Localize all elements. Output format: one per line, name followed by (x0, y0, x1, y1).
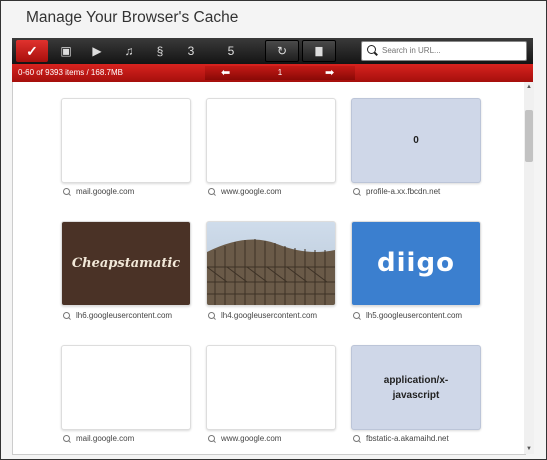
cache-item-url[interactable]: lh5.googleusercontent.com (353, 311, 462, 320)
search-input[interactable] (382, 43, 520, 58)
toolbar: ✓ ▣ ▶ ♫ § 3 5 ↻ ▇ (12, 38, 533, 64)
next-page-arrow-icon[interactable]: ➡ (325, 66, 334, 80)
magnifier-icon (63, 435, 70, 442)
filter-video-button[interactable]: ▶ (81, 40, 113, 62)
cache-item-url[interactable]: lh4.googleusercontent.com (208, 311, 317, 320)
filter-html-button[interactable]: 5 (215, 40, 247, 62)
diigo-logo: diigo (377, 248, 455, 278)
cache-item-thumbnail[interactable] (206, 345, 336, 430)
music-icon: ♫ (124, 44, 134, 58)
cache-item-thumbnail[interactable]: 0 (351, 98, 481, 183)
cache-item-thumbnail[interactable]: Cheapstamatic (61, 221, 191, 306)
vertical-scrollbar[interactable]: ▲ ▼ (524, 82, 534, 454)
magnifier-icon (353, 188, 360, 195)
magnifier-icon (63, 312, 70, 319)
video-icon: ▶ (92, 44, 102, 58)
magnifier-icon (208, 188, 215, 195)
search-box (361, 41, 527, 61)
cache-item-thumbnail[interactable] (61, 345, 191, 430)
mime-type-label: application/x-javascript (383, 374, 449, 401)
trash-icon: ▇ (315, 45, 323, 56)
magnifier-icon (353, 312, 360, 319)
magnifier-icon (63, 188, 70, 195)
cache-item-url[interactable]: mail.google.com (63, 187, 134, 196)
refresh-icon: ↻ (276, 44, 288, 58)
scroll-up-arrow-icon[interactable]: ▲ (524, 82, 534, 92)
filter-images-button[interactable]: ▣ (50, 40, 82, 62)
cache-item-thumbnail[interactable] (206, 221, 336, 306)
delete-button[interactable]: ▇ (302, 40, 336, 62)
script-icon: § (156, 44, 164, 58)
cache-item-url[interactable]: mail.google.com (63, 434, 134, 443)
cache-item-thumbnail[interactable] (61, 98, 191, 183)
magnifier-icon (208, 435, 215, 442)
refresh-button[interactable]: ↻ (265, 40, 299, 62)
cache-item-url[interactable]: www.google.com (208, 187, 281, 196)
cache-item-thumbnail[interactable]: diigo (351, 221, 481, 306)
check-icon: ✓ (26, 42, 38, 59)
cache-item-url[interactable]: www.google.com (208, 434, 281, 443)
search-icon (367, 45, 376, 54)
pager: ⬅ 1 ➡ (205, 66, 355, 80)
scroll-down-arrow-icon[interactable]: ▼ (524, 444, 534, 454)
status-bar: 0-60 of 9393 items / 168.7MB ⬅ 1 ➡ (12, 64, 533, 82)
filter-all-button[interactable]: ✓ (16, 40, 48, 62)
html-icon: 5 (227, 44, 235, 58)
scrollbar-thumb[interactable] (525, 110, 533, 162)
cache-item-url[interactable]: profile-a.xx.fbcdn.net (353, 187, 440, 196)
filter-css-button[interactable]: 3 (175, 40, 207, 62)
cheapstamatic-logo: Cheapstamatic (71, 255, 181, 271)
magnifier-icon (353, 435, 360, 442)
cache-item-thumbnail[interactable] (206, 98, 336, 183)
filter-scripts-button[interactable]: § (144, 40, 176, 62)
cache-manager-window: Manage Your Browser's Cache ✓ ▣ ▶ ♫ § 3 … (0, 0, 547, 460)
cache-item-url[interactable]: lh6.googleusercontent.com (63, 311, 172, 320)
cache-item-thumbnail[interactable]: application/x-javascript (351, 345, 481, 430)
cache-item-url[interactable]: fbstatic-a.akamaihd.net (353, 434, 449, 443)
roller-coaster-image (207, 239, 335, 305)
window-title: Manage Your Browser's Cache (26, 9, 239, 26)
css-icon: 3 (187, 44, 195, 58)
filter-audio-button[interactable]: ♫ (113, 40, 145, 62)
magnifier-icon (208, 312, 215, 319)
cache-grid: mail.google.com www.google.com 0 profile… (12, 82, 526, 455)
items-count: 0-60 of 9393 items / 168.7MB (18, 68, 123, 77)
image-icon: ▣ (60, 44, 72, 58)
mime-type-label: 0 (413, 135, 419, 146)
